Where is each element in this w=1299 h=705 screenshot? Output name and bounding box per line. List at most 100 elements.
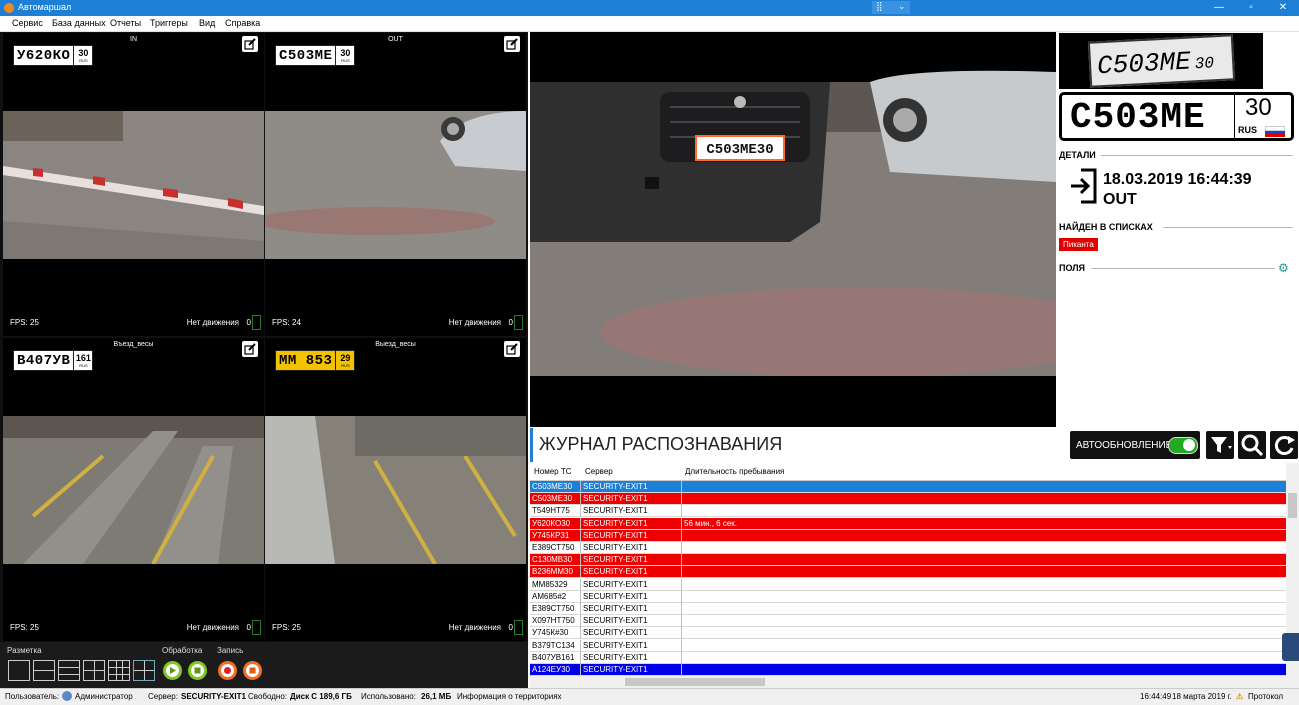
search-button[interactable] [1238, 431, 1266, 459]
details-section-title: ДЕТАЛИ [1059, 150, 1096, 160]
used-label: Использовано: [361, 692, 416, 701]
territory-info[interactable]: Информация о территориях [457, 692, 562, 701]
motion-indicator [252, 315, 261, 330]
main-plate-overlay: С503МЕ30 [706, 142, 773, 158]
table-row[interactable]: Е389СТ750 SECURITY-EXIT1 [530, 542, 1286, 554]
list-badge[interactable]: Пиканта [1059, 238, 1098, 251]
column-header-plate[interactable]: Номер ТС [534, 467, 572, 476]
table-row[interactable]: Е389СТ750 SECURITY-EXIT1 [530, 603, 1286, 615]
cell-server: SECURITY-EXIT1 [583, 530, 648, 540]
column-separator [681, 651, 682, 664]
column-separator [580, 542, 581, 554]
table-row[interactable]: В407УВ161 SECURITY-EXIT1 [530, 651, 1286, 664]
edit-icon[interactable] [242, 341, 258, 357]
grid-view-icon: ⣿ [876, 1, 883, 11]
motion-status: Нет движения [186, 623, 239, 632]
search-icon [1241, 434, 1264, 457]
table-row[interactable]: У620КО30 SECURITY-EXIT1 56 мин., 6 сек. [530, 517, 1286, 530]
layout-label: Разметка [7, 646, 42, 655]
cell-server: SECURITY-EXIT1 [583, 567, 648, 577]
layout-two-rows-icon[interactable] [33, 660, 55, 681]
cell-server: SECURITY-EXIT1 [583, 616, 648, 626]
edit-icon[interactable] [504, 341, 520, 357]
table-row[interactable]: АМ685#2 SECURITY-EXIT1 [530, 590, 1286, 603]
table-row[interactable]: С503МЕ30 SECURITY-EXIT1 [530, 481, 1286, 493]
table-row[interactable]: В236ММ30 SECURITY-EXIT1 [530, 566, 1286, 579]
free-label: Свободно: [248, 692, 287, 701]
table-row[interactable]: Т549НТ75 SECURITY-EXIT1 [530, 505, 1286, 518]
menu-item-triggers[interactable]: Триггеры [150, 18, 188, 28]
column-header-server[interactable]: Сервер [585, 467, 613, 476]
cell-plate: С503МЕ30 [532, 482, 573, 491]
plate-number: С503МЕ [279, 47, 333, 64]
column-separator [580, 566, 581, 579]
used-space: 26,1 МБ [421, 692, 452, 701]
table-row[interactable]: ММ85329 SECURITY-EXIT1 [530, 578, 1286, 591]
status-date: 18 марта 2019 г. [1172, 692, 1232, 701]
title-bar: Автомаршал ⣿ ⌄ — ▫ ✕ [0, 0, 1299, 16]
cell-server: SECURITY-EXIT1 [583, 518, 648, 528]
view-mode-dropdown[interactable]: ⣿ ⌄ [872, 1, 910, 14]
edit-icon[interactable] [242, 36, 258, 52]
table-row[interactable]: С130МВ30 SECURITY-EXIT1 [530, 554, 1286, 567]
edit-icon[interactable] [504, 36, 520, 52]
cell-plate: У745К#30 [532, 628, 569, 638]
russian-flag-icon [1265, 126, 1285, 137]
table-row[interactable]: А124ЕУ30 SECURITY-EXIT1 [530, 664, 1286, 676]
protocol-link[interactable]: Протокол [1248, 692, 1283, 701]
maximize-button[interactable]: ▫ [1236, 0, 1266, 16]
camera-tile-scale-exit[interactable]: Выезд_весы ММ 853 29 RUS FPS: 25 Нет движ… [265, 338, 526, 641]
gear-icon[interactable]: ⚙ [1278, 261, 1289, 275]
stop-processing-button[interactable] [188, 661, 207, 680]
camera-image [265, 111, 526, 259]
fps-readout: FPS: 25 [10, 318, 39, 327]
table-row[interactable]: У745К#30 SECURITY-EXIT1 [530, 627, 1286, 640]
event-datetime: 18.03.2019 16:44:39 [1103, 171, 1252, 188]
table-row[interactable]: У745КР31 SECURITY-EXIT1 [530, 529, 1286, 542]
cell-plate: ММ85329 [532, 579, 568, 589]
plate-region: 30 [78, 48, 89, 58]
start-record-button[interactable] [218, 661, 237, 680]
camera-tile-in[interactable]: IN У620КО 30 RUS FPS: 25 Нет движения 0 [3, 33, 264, 336]
table-row[interactable]: Х097НТ750 SECURITY-EXIT1 [530, 615, 1286, 628]
plate-region: 29 [340, 353, 351, 363]
menu-item-help[interactable]: Справка [225, 18, 260, 28]
menu-item-view[interactable]: Вид [199, 18, 215, 28]
layout-single-icon[interactable] [8, 660, 30, 681]
plate-country: RUS [79, 363, 88, 368]
menu-item-service[interactable]: Сервис [12, 18, 43, 28]
user-name[interactable]: Администратор [75, 692, 133, 701]
layout-grid-4x4-icon[interactable] [133, 660, 155, 681]
stop-record-button[interactable] [243, 661, 262, 680]
column-separator [681, 615, 682, 628]
column-header-duration[interactable]: Длительность пребывания [685, 467, 784, 476]
camera-tile-out[interactable]: OUT С503МЕ 30 RUS FPS: 24 Нет движения 0 [265, 33, 526, 336]
menu-item-database[interactable]: База данных [52, 18, 106, 28]
layout-grid-3x3-icon[interactable] [108, 660, 130, 681]
filter-button[interactable] [1206, 431, 1234, 459]
autoupdate-toggle[interactable]: АВТООБНОВЛЕНИЕ [1070, 431, 1200, 459]
toggle-switch[interactable] [1168, 437, 1198, 454]
minimize-button[interactable]: — [1204, 0, 1234, 16]
column-separator [681, 590, 682, 603]
menu-item-reports[interactable]: Отчеты [110, 18, 141, 28]
close-button[interactable]: ✕ [1268, 0, 1298, 16]
play-processing-button[interactable] [163, 661, 182, 680]
window-title: Автомаршал [18, 2, 72, 12]
table-row[interactable]: В379ТС134 SECURITY-EXIT1 [530, 639, 1286, 652]
layout-three-rows-icon[interactable] [58, 660, 80, 681]
user-label: Пользователь: [5, 692, 60, 701]
column-separator [580, 505, 581, 518]
side-panel-handle-icon[interactable] [1282, 633, 1299, 661]
horizontal-scrollbar[interactable] [530, 676, 1299, 688]
cell-plate: У620КО30 [532, 518, 571, 528]
table-row[interactable]: С503МЕ30 SECURITY-EXIT1 [530, 493, 1286, 506]
fields-section-title: ПОЛЯ [1059, 263, 1086, 273]
processing-label: Обработка [162, 646, 203, 655]
camera-tile-scale-entry[interactable]: Въезд_весы В407УВ 161 RUS FPS: 25 Нет дви… [3, 338, 264, 641]
refresh-button[interactable] [1270, 431, 1298, 459]
layout-grid-2x2-icon[interactable] [83, 660, 105, 681]
journal-title: ЖУРНАЛ РАСПОЗНАВАНИЯ [539, 434, 783, 454]
cell-plate: Е389СТ750 [532, 543, 575, 552]
main-video-view[interactable]: С503МЕ30 [530, 32, 1056, 427]
